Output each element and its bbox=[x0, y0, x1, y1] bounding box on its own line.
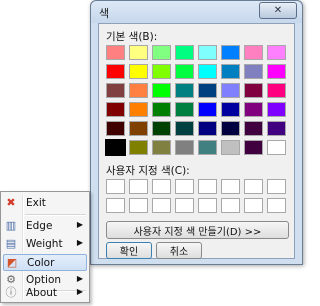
custom-color-swatch[interactable] bbox=[106, 198, 125, 213]
menu-item-about[interactable]: ⓘ About ▶ bbox=[3, 285, 87, 302]
color-swatch[interactable] bbox=[267, 102, 286, 117]
color-swatch[interactable] bbox=[175, 83, 194, 98]
color-swatch[interactable] bbox=[244, 45, 263, 60]
color-swatch[interactable] bbox=[152, 45, 171, 60]
custom-color-swatch[interactable] bbox=[198, 198, 217, 213]
exit-icon: ✖ bbox=[6, 196, 16, 209]
color-swatch[interactable] bbox=[198, 83, 217, 98]
edge-icon: ▥ bbox=[5, 219, 17, 232]
color-swatch[interactable] bbox=[129, 140, 148, 155]
custom-color-swatch[interactable] bbox=[267, 198, 286, 213]
menu-item-label: Weight bbox=[26, 238, 63, 250]
basic-colors-grid bbox=[105, 45, 286, 156]
color-swatch[interactable] bbox=[106, 64, 125, 79]
context-menu: ✖ Exit ▥ Edge ▶ ▤ Weight ▶ ◩ Color ⚙ Opt… bbox=[0, 191, 90, 303]
color-swatch[interactable] bbox=[198, 121, 217, 136]
custom-colors-grid bbox=[106, 179, 286, 213]
color-palette-icon: ◩ bbox=[6, 256, 18, 269]
menu-item-label: Edge bbox=[26, 220, 53, 232]
color-swatch[interactable] bbox=[129, 45, 148, 60]
submenu-arrow-icon: ▶ bbox=[76, 287, 83, 296]
custom-color-swatch[interactable] bbox=[106, 179, 125, 194]
color-swatch[interactable] bbox=[267, 121, 286, 136]
dialog-client-area: 기본 색(B): 사용자 지정 색(C): 사용자 지정 색 만들기(D) >>… bbox=[98, 23, 295, 259]
color-swatch[interactable] bbox=[152, 121, 171, 136]
menu-separator bbox=[25, 214, 86, 216]
info-icon: ⓘ bbox=[5, 286, 17, 299]
color-swatch[interactable] bbox=[106, 102, 125, 117]
color-swatch[interactable] bbox=[221, 140, 240, 155]
submenu-arrow-icon: ▶ bbox=[76, 220, 83, 229]
color-swatch[interactable] bbox=[106, 121, 125, 136]
color-swatch[interactable] bbox=[175, 102, 194, 117]
color-swatch[interactable] bbox=[244, 140, 263, 155]
color-swatch[interactable] bbox=[198, 102, 217, 117]
color-swatch[interactable] bbox=[129, 64, 148, 79]
custom-color-swatch[interactable] bbox=[175, 198, 194, 213]
custom-color-swatch[interactable] bbox=[244, 179, 263, 194]
color-swatch[interactable] bbox=[129, 83, 148, 98]
color-swatch[interactable] bbox=[267, 83, 286, 98]
color-swatch[interactable] bbox=[221, 102, 240, 117]
color-swatch[interactable] bbox=[244, 64, 263, 79]
menu-item-label: Color bbox=[27, 257, 55, 269]
color-swatch[interactable] bbox=[267, 140, 286, 155]
menu-item-edge[interactable]: ▥ Edge ▶ bbox=[3, 218, 87, 235]
custom-color-swatch[interactable] bbox=[129, 179, 148, 194]
custom-colors-label: 사용자 지정 색(C): bbox=[106, 165, 190, 177]
dialog-title: 색 bbox=[99, 7, 110, 20]
color-swatch[interactable] bbox=[244, 102, 263, 117]
color-swatch[interactable] bbox=[244, 121, 263, 136]
custom-color-swatch[interactable] bbox=[152, 198, 171, 213]
custom-color-swatch[interactable] bbox=[267, 179, 286, 194]
custom-color-swatch[interactable] bbox=[198, 179, 217, 194]
color-swatch[interactable] bbox=[221, 121, 240, 136]
color-swatch[interactable] bbox=[175, 45, 194, 60]
define-custom-colors-button[interactable]: 사용자 지정 색 만들기(D) >> bbox=[106, 221, 289, 239]
custom-color-swatch[interactable] bbox=[221, 198, 240, 213]
custom-color-swatch[interactable] bbox=[129, 198, 148, 213]
submenu-arrow-icon: ▶ bbox=[76, 274, 83, 283]
cancel-button[interactable]: 취소 bbox=[156, 242, 202, 259]
color-swatch[interactable] bbox=[152, 102, 171, 117]
custom-color-swatch[interactable] bbox=[244, 198, 263, 213]
color-swatch[interactable] bbox=[221, 45, 240, 60]
color-swatch[interactable] bbox=[152, 83, 171, 98]
custom-color-swatch[interactable] bbox=[152, 179, 171, 194]
dialog-titlebar[interactable]: 색 ✕ bbox=[91, 1, 302, 23]
menu-item-exit[interactable]: ✖ Exit bbox=[3, 195, 87, 212]
menu-item-color[interactable]: ◩ Color bbox=[3, 254, 87, 271]
ok-button[interactable]: 확인 bbox=[106, 242, 152, 259]
color-swatch[interactable] bbox=[267, 45, 286, 60]
color-swatch[interactable] bbox=[106, 45, 125, 60]
menu-item-weight[interactable]: ▤ Weight ▶ bbox=[3, 236, 87, 253]
close-icon: ✕ bbox=[273, 5, 283, 16]
color-swatch[interactable] bbox=[221, 83, 240, 98]
weight-icon: ▤ bbox=[5, 237, 17, 250]
color-swatch[interactable] bbox=[175, 64, 194, 79]
color-swatch[interactable] bbox=[175, 121, 194, 136]
color-swatch[interactable] bbox=[152, 140, 171, 155]
color-swatch[interactable] bbox=[106, 83, 125, 98]
color-swatch[interactable] bbox=[198, 45, 217, 60]
menu-item-label: About bbox=[26, 287, 58, 299]
color-swatch[interactable] bbox=[105, 139, 126, 156]
color-swatch[interactable] bbox=[244, 83, 263, 98]
color-swatch[interactable] bbox=[129, 121, 148, 136]
color-swatch[interactable] bbox=[175, 140, 194, 155]
color-swatch[interactable] bbox=[129, 102, 148, 117]
color-swatch[interactable] bbox=[267, 64, 286, 79]
custom-color-swatch[interactable] bbox=[175, 179, 194, 194]
color-swatch[interactable] bbox=[198, 64, 217, 79]
close-button[interactable]: ✕ bbox=[259, 2, 297, 19]
basic-colors-label: 기본 색(B): bbox=[106, 31, 158, 43]
color-swatch[interactable] bbox=[221, 64, 240, 79]
menu-item-label: Exit bbox=[26, 197, 46, 209]
submenu-arrow-icon: ▶ bbox=[76, 238, 83, 247]
color-swatch[interactable] bbox=[198, 140, 217, 155]
color-dialog: 색 ✕ 기본 색(B): 사용자 지정 색(C): 사용자 지정 색 만들기(D… bbox=[90, 0, 303, 265]
color-swatch[interactable] bbox=[152, 64, 171, 79]
custom-color-swatch[interactable] bbox=[221, 179, 240, 194]
